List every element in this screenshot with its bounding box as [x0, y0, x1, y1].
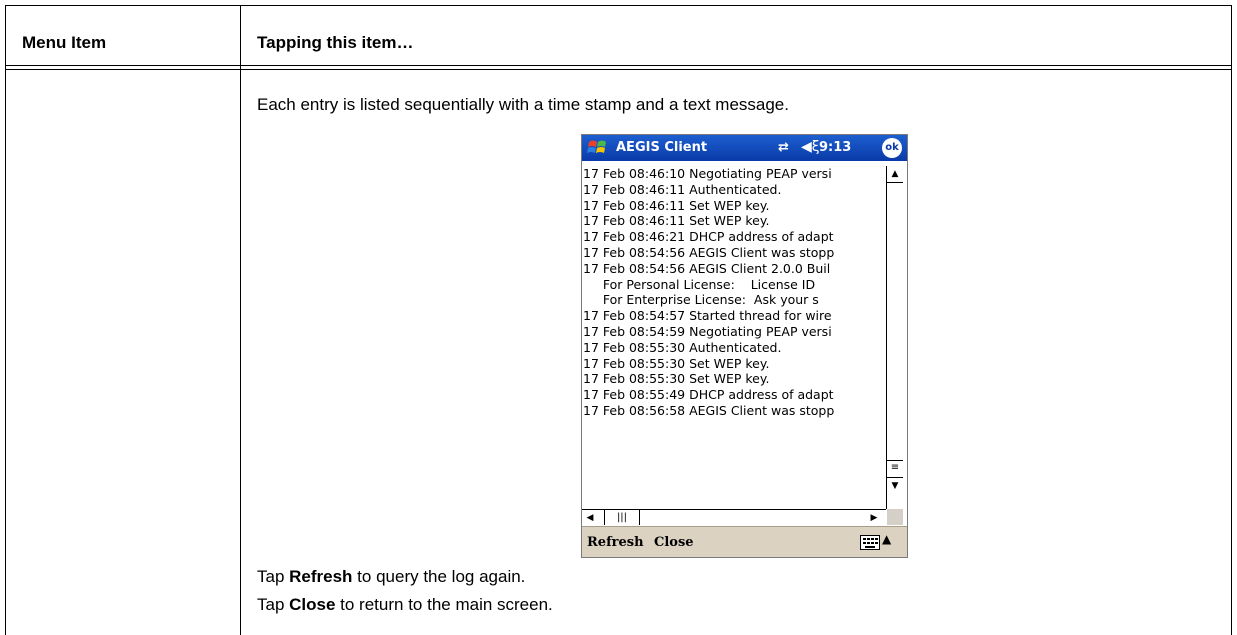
start-menu-icon[interactable]: [586, 138, 610, 158]
input-panel-arrow-icon[interactable]: ▲: [882, 532, 891, 546]
vertical-scrollbar[interactable]: ▲ ≡ ▼: [886, 166, 903, 509]
table-right-border: [1231, 5, 1232, 635]
scroll-thumb[interactable]: ≡: [887, 460, 903, 478]
intro-text: Each entry is listed sequentially with a…: [257, 95, 789, 114]
ok-button[interactable]: ok: [882, 138, 902, 158]
keyboard-icon[interactable]: [860, 535, 880, 550]
log-entry: 17 Feb 08:55:49 DHCP address of adapt: [583, 387, 834, 403]
table-left-border: [5, 5, 6, 635]
log-entry: 17 Feb 08:55:30 Set WEP key.: [583, 355, 770, 371]
log-entry: 17 Feb 08:55:30 Set WEP key.: [583, 371, 770, 387]
log-entry: 17 Feb 08:46:21 DHCP address of adapt: [583, 229, 834, 245]
close-suffix: to return to the main screen.: [335, 595, 553, 614]
header-rule-top: [5, 65, 1232, 66]
refresh-keyword: Refresh: [289, 567, 353, 586]
menu-bar: Refresh Close ▲: [582, 526, 907, 557]
refresh-suffix: to query the log again.: [352, 567, 526, 586]
header-rule-bottom: [5, 69, 1232, 70]
log-entry: 17 Feb 08:56:58 AEGIS Client was stopp: [583, 402, 835, 418]
scroll-right-arrow-icon[interactable]: ▶: [866, 510, 882, 526]
close-button[interactable]: Close: [654, 535, 694, 550]
log-entry: 17 Feb 08:46:11 Set WEP key.: [583, 197, 770, 213]
log-entry: 17 Feb 08:54:56 AEGIS Client 2.0.0 Buil: [583, 260, 831, 276]
scroll-up-arrow-icon[interactable]: ▲: [887, 166, 903, 183]
horizontal-scrollbar[interactable]: ◀ ||| ▶: [582, 509, 886, 526]
log-entry: 17 Feb 08:54:57 Started thread for wire: [583, 308, 832, 324]
scrollbar-corner: [887, 509, 903, 525]
volume-icon[interactable]: ◀ξ: [801, 139, 820, 155]
clock-time[interactable]: 9:13: [819, 140, 851, 155]
scroll-left-arrow-icon[interactable]: ◀: [582, 510, 598, 526]
table-top-border: [5, 5, 1232, 6]
log-entry: For Enterprise License: Ask your s: [583, 292, 819, 308]
network-icon[interactable]: ⇄: [778, 140, 789, 155]
horizontal-scroll-thumb[interactable]: |||: [604, 510, 640, 525]
device-screenshot: AEGIS Client ⇄ ◀ξ 9:13 ok 17 Feb 08:46:1…: [581, 134, 908, 558]
col2-header: Tapping this item…: [257, 33, 414, 52]
scroll-down-arrow-icon[interactable]: ▼: [887, 477, 903, 494]
refresh-button[interactable]: Refresh: [587, 535, 644, 550]
log-list[interactable]: 17 Feb 08:46:10 Negotiating PEAP versi 17…: [583, 166, 885, 508]
title-bar: AEGIS Client ⇄ ◀ξ 9:13 ok: [582, 135, 907, 161]
close-keyword: Close: [289, 595, 336, 614]
col1-header: Menu Item: [22, 33, 107, 52]
log-entry: 17 Feb 08:54:56 AEGIS Client was stopp: [583, 244, 835, 260]
close-prefix: Tap: [257, 595, 290, 614]
log-entry: 17 Feb 08:46:11 Set WEP key.: [583, 213, 770, 229]
log-entry: 17 Feb 08:46:10 Negotiating PEAP versi: [583, 166, 832, 181]
refresh-instruction: Tap Refresh to query the log again.: [257, 567, 525, 587]
app-title: AEGIS Client: [616, 140, 708, 155]
log-entry: 17 Feb 08:55:30 Authenticated.: [583, 339, 782, 355]
refresh-prefix: Tap: [257, 567, 290, 586]
close-instruction: Tap Close to return to the main screen.: [257, 595, 553, 615]
log-entry: 17 Feb 08:54:59 Negotiating PEAP versi: [583, 323, 832, 339]
column-divider: [240, 5, 241, 635]
log-entry: For Personal License: License ID: [583, 276, 816, 292]
log-entry: 17 Feb 08:46:11 Authenticated.: [583, 181, 782, 197]
